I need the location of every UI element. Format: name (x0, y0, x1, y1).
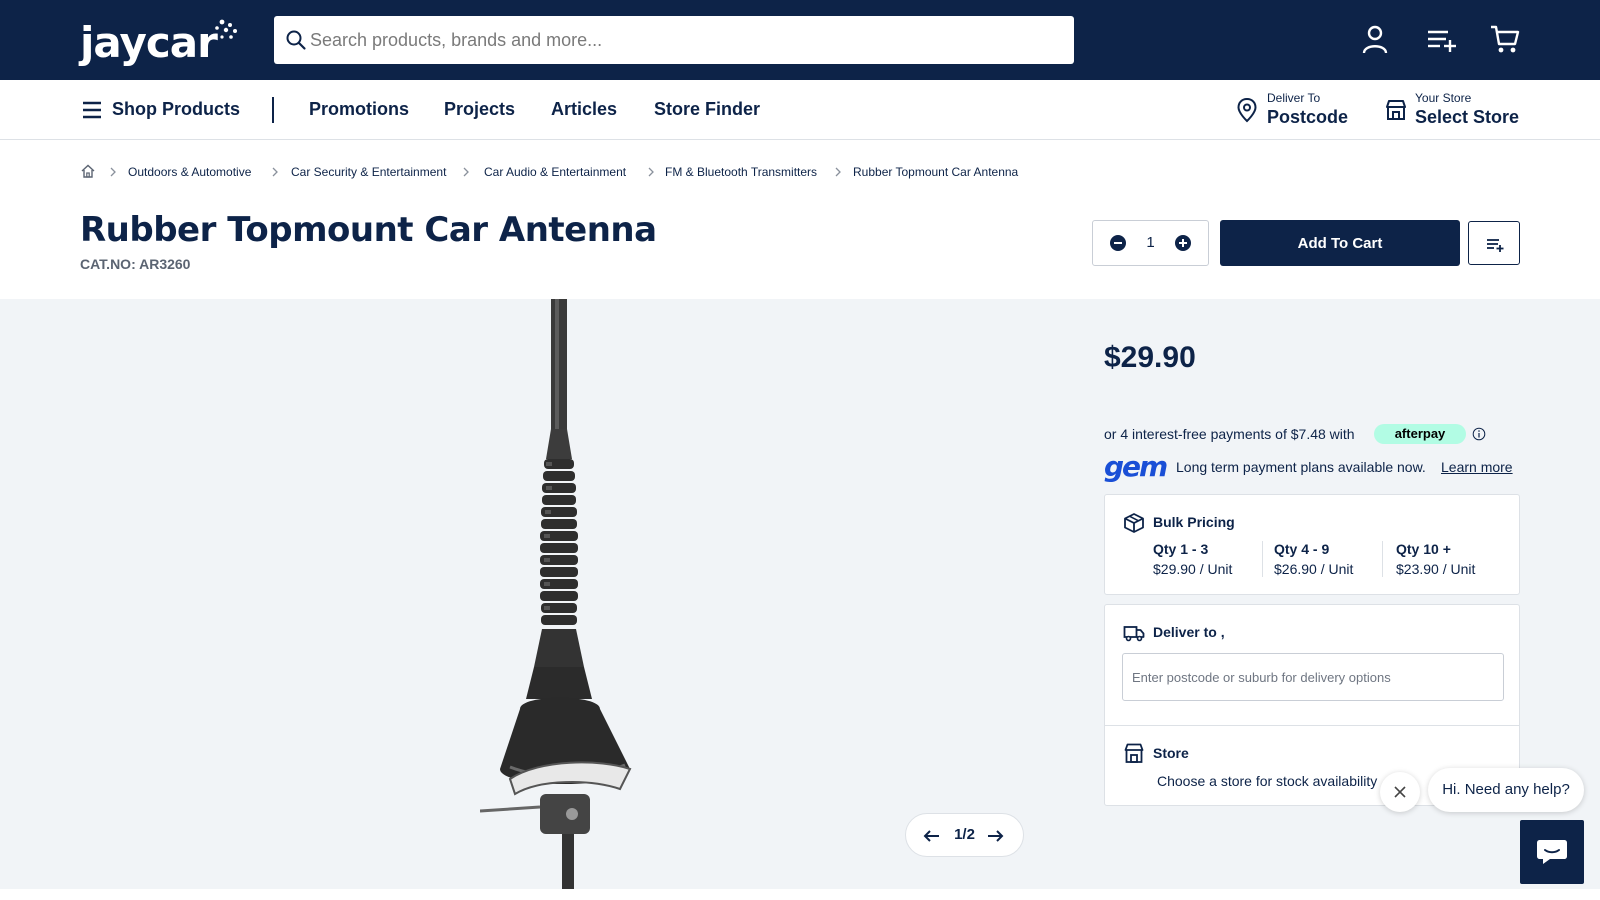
bulk-pricing-card: Bulk Pricing Qty 1 - 3 $29.90 / Unit Qty… (1104, 494, 1520, 595)
chat-launcher-button[interactable] (1520, 820, 1584, 884)
afterpay-text: or 4 interest-free payments of $7.48 wit… (1104, 426, 1355, 442)
deliver-to-label: Deliver To (1267, 91, 1321, 105)
gallery-page-indicator: 1/2 (954, 826, 975, 843)
bulk-pricing-title: Bulk Pricing (1153, 514, 1235, 530)
bulk-tier: Qty 10 + $23.90 / Unit (1396, 541, 1508, 581)
gem-text: Long term payment plans available now. (1176, 459, 1426, 475)
box-icon (1124, 513, 1144, 533)
bulk-tier-price: $23.90 / Unit (1396, 561, 1476, 577)
logo-sparkle-icon (215, 19, 237, 39)
store-subtitle[interactable]: Choose a store for stock availability (1157, 773, 1377, 789)
chat-icon (1537, 840, 1567, 864)
plus-icon[interactable] (1174, 234, 1192, 252)
postcode-label: Postcode (1267, 107, 1349, 127)
nav-store-finder[interactable]: Store Finder (654, 99, 760, 120)
top-header: jaycar (0, 0, 1600, 80)
bulk-tier: Qty 4 - 9 $26.90 / Unit (1274, 541, 1386, 581)
tier-divider (1262, 541, 1263, 577)
search-bar (274, 16, 1074, 64)
afterpay-row: or 4 interest-free payments of $7.48 wit… (1104, 424, 1504, 446)
gallery-pager: 1/2 (905, 813, 1024, 857)
bulk-tier: Qty 1 - 3 $29.90 / Unit (1153, 541, 1265, 581)
chevron-right-icon (835, 167, 841, 177)
breadcrumb-item[interactable]: Car Security & Entertainment (291, 165, 446, 179)
menu-icon[interactable] (81, 99, 103, 121)
learn-more-link[interactable]: Learn more (1441, 459, 1513, 475)
bulk-tier-price: $29.90 / Unit (1153, 561, 1233, 577)
breadcrumb: Outdoors & Automotive Car Security & Ent… (80, 163, 1080, 183)
cart-icon[interactable] (1488, 22, 1522, 56)
chat-close-button[interactable] (1380, 772, 1420, 812)
nav-articles[interactable]: Articles (551, 99, 617, 120)
add-to-list-button[interactable] (1468, 221, 1520, 265)
breadcrumb-item[interactable]: Car Audio & Entertainment (484, 165, 626, 179)
nav-promotions[interactable]: Promotions (309, 99, 409, 120)
deliver-to-selector[interactable]: Deliver To Postcode (1236, 89, 1356, 133)
your-store-label: Your Store (1415, 91, 1472, 105)
arrow-right-icon[interactable] (985, 826, 1005, 846)
add-to-list-icon (1487, 239, 1504, 252)
product-price: $29.90 (1104, 341, 1196, 374)
account-icon[interactable] (1358, 22, 1392, 56)
quantity-stepper: 1 (1092, 220, 1209, 266)
bulk-tier-qty: Qty 10 + (1396, 541, 1451, 557)
chevron-right-icon (463, 167, 469, 177)
bulk-tier-price: $26.90 / Unit (1274, 561, 1354, 577)
shopping-list-icon[interactable] (1424, 22, 1458, 56)
chevron-right-icon (648, 167, 654, 177)
search-input[interactable] (310, 16, 1060, 64)
store-selector[interactable]: Your Store Select Store (1384, 89, 1524, 133)
bulk-tier-qty: Qty 4 - 9 (1274, 541, 1330, 557)
select-store-label: Select Store (1415, 107, 1520, 127)
breadcrumb-current: Rubber Topmount Car Antenna (853, 165, 1019, 179)
store-title: Store (1153, 745, 1189, 761)
chevron-right-icon (110, 167, 116, 177)
store-icon (1124, 743, 1144, 763)
search-icon[interactable] (284, 28, 308, 52)
location-pin-icon (1237, 97, 1257, 123)
chevron-right-icon (272, 167, 278, 177)
deliver-to-title: Deliver to , (1153, 624, 1225, 640)
tier-divider (1382, 541, 1383, 577)
add-to-cart-button[interactable]: Add To Cart (1220, 220, 1460, 266)
store-icon (1386, 100, 1406, 120)
home-icon[interactable] (80, 163, 96, 179)
chat-greeting-bubble[interactable]: Hi. Need any help? (1428, 768, 1584, 812)
nav-projects[interactable]: Projects (444, 99, 515, 120)
nav-shop-products[interactable]: Shop Products (112, 99, 240, 120)
breadcrumb-item[interactable]: Outdoors & Automotive (128, 165, 251, 179)
catalog-number: CAT.NO: AR3260 (80, 256, 191, 272)
close-icon (1394, 786, 1406, 798)
info-icon[interactable] (1472, 427, 1486, 441)
bulk-tier-qty: Qty 1 - 3 (1153, 541, 1209, 557)
breadcrumb-item[interactable]: FM & Bluetooth Transmitters (665, 165, 817, 179)
antenna-product-image[interactable] (480, 299, 680, 889)
postcode-input[interactable] (1122, 653, 1504, 701)
card-divider (1105, 725, 1519, 726)
afterpay-logo[interactable]: afterpay (1374, 424, 1466, 444)
main-navigation: Shop Products Promotions Projects Articl… (0, 80, 1600, 140)
jaycar-logo[interactable]: jaycar (80, 14, 240, 67)
gem-logo: gem (1104, 450, 1168, 483)
gem-payment-row: gem Long term payment plans available no… (1104, 450, 1524, 483)
nav-divider (272, 97, 274, 123)
logo-text: jaycar (80, 18, 218, 67)
page-title: Rubber Topmount Car Antenna (80, 210, 657, 250)
truck-icon (1123, 626, 1145, 642)
